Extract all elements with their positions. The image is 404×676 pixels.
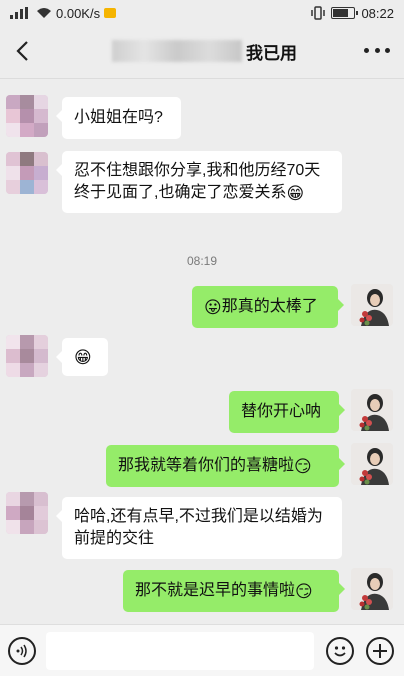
message-bubble[interactable]: 小姐姐在吗? [56,97,181,139]
message-bubble[interactable]: 哈哈,还有点早,不过我们是以结婚为前提的交往 [56,497,342,559]
emoji-icon[interactable] [326,637,354,665]
title-redacted [112,40,242,62]
my-avatar[interactable] [351,284,393,326]
message-input[interactable] [46,632,314,670]
wifi-icon [37,8,51,18]
message-text: 忍不住想跟你分享,我和他历经70天终于见面了,也确定了恋爱关系 [74,162,321,201]
message-text: 哈哈,还有点早,不过我们是以结婚为前提的交往 [74,508,323,547]
message-text: 那不就是迟早的事情啦 [135,582,296,599]
message-bubble[interactable]: 😁 [56,338,108,376]
status-bar: 0.00K/s 08:22 [0,0,404,26]
message-bubble[interactable]: 😛那真的太棒了 [192,286,344,328]
title-text: 我已用 [246,43,297,63]
message-bubble[interactable]: 那不就是迟早的事情啦😏 [123,570,345,612]
message-text: 那真的太棒了 [221,298,318,315]
more-dots-icon[interactable] [364,40,390,60]
chevron-left-icon[interactable] [10,38,36,64]
grin-emoji: 😁 [286,184,305,204]
battery-icon [331,7,359,19]
message-text: 替你开心呐 [241,403,322,420]
message-text: 那我就等着你们的喜糖啦 [118,457,295,474]
smirk-emoji: 😏 [295,582,313,602]
signal-icon [10,7,32,19]
status-time: 08:22 [361,5,394,21]
message-bubble[interactable]: 忍不住想跟你分享,我和他历经70天终于见面了,也确定了恋爱关系😁 [56,151,342,213]
my-avatar[interactable] [351,568,393,610]
contact-avatar[interactable] [6,492,48,534]
contact-avatar[interactable] [6,152,48,194]
notification-icon [104,8,117,18]
input-bar [0,624,404,676]
vibrate-icon [311,6,326,20]
message-bubble[interactable]: 替你开心呐 [229,391,345,433]
timestamp: 08:19 [186,254,218,268]
tongue-emoji: 😛 [204,298,222,318]
message-bubble[interactable]: 那我就等着你们的喜糖啦😏 [106,445,345,487]
chat-title: 我已用 [112,36,297,66]
chat-header: 我已用 [0,26,404,78]
message-text: 小姐姐在吗? [74,109,163,126]
grin-emoji: 😁 [74,348,92,368]
plus-icon[interactable] [366,637,394,665]
contact-avatar[interactable] [6,335,48,377]
chat-area[interactable]: 小姐姐在吗? 忍不住想跟你分享,我和他历经70天终于见面了,也确定了恋爱关系😁 … [0,79,404,624]
smirk-emoji: 😏 [294,457,312,477]
voice-icon[interactable] [8,637,36,665]
my-avatar[interactable] [351,389,393,431]
my-avatar[interactable] [351,443,393,485]
contact-avatar[interactable] [6,95,48,137]
network-speed: 0.00K/s [56,5,101,21]
